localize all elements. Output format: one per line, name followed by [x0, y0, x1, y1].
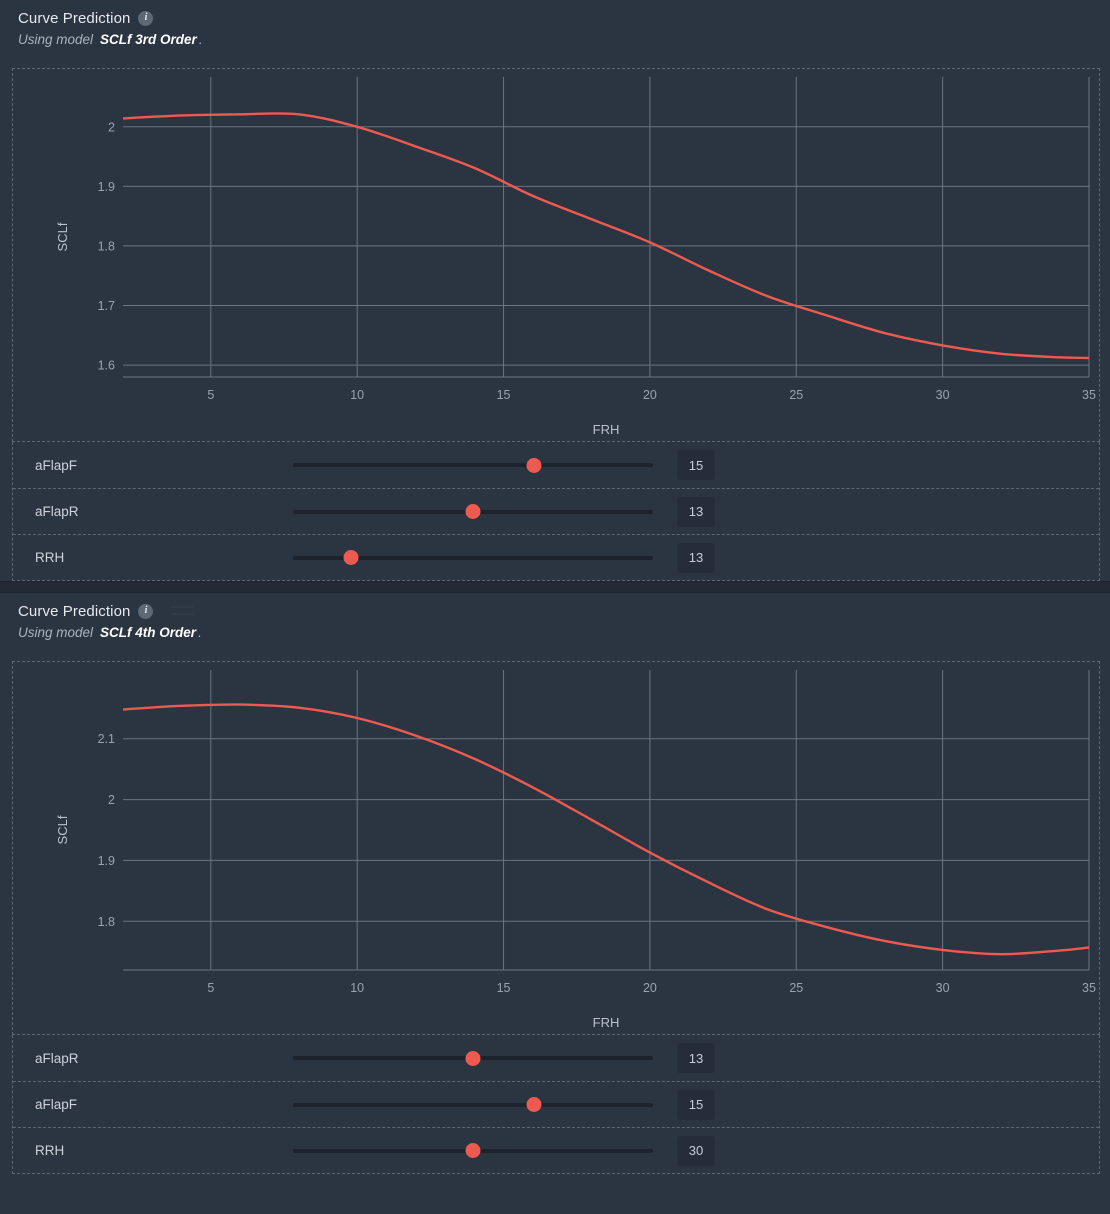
x-tick-label: 5: [207, 388, 214, 402]
slider-track[interactable]: [293, 463, 653, 467]
panel-1-chart-container: 1.8 1.9 2 2.1 5 10 15 20 25 30 35 SCLf FRH: [12, 661, 1100, 1035]
curve-line: [122, 112, 1090, 360]
using-model-label: Using model: [18, 32, 94, 47]
panel-0-subtitle: Using model SCLf 3rd Order .: [18, 32, 1092, 56]
x-tick-label: 10: [350, 388, 364, 402]
slider-aflapf[interactable]: [293, 455, 653, 475]
y-tick-label: 1.6: [98, 359, 115, 373]
slider-row: aFlapF 15: [13, 1081, 1099, 1127]
subtitle-period: .: [198, 625, 202, 640]
slider-row: RRH 13: [13, 534, 1099, 580]
slider-value[interactable]: 30: [677, 1135, 715, 1166]
panel-0-chart-container: 1.6 1.7 1.8 1.9 2 5 10 15 20 25 30 35 SCLf FRH: [12, 68, 1100, 442]
x-axis-label: FRH: [593, 422, 620, 437]
slider-thumb[interactable]: [465, 504, 481, 519]
curve-line: [122, 703, 1090, 956]
x-tick-label: 30: [936, 388, 950, 402]
y-tick-label: 1.8: [98, 915, 115, 929]
slider-rrh[interactable]: [293, 1141, 653, 1161]
page-title: Curve Prediction: [18, 602, 131, 620]
x-tick-label: 25: [789, 981, 803, 995]
slider-value[interactable]: 13: [677, 1043, 715, 1073]
x-tick-label: 30: [936, 981, 950, 995]
slider-aflapr[interactable]: [293, 1048, 653, 1068]
slider-label: aFlapR: [35, 1050, 79, 1066]
x-tick-label: 35: [1082, 981, 1096, 995]
panel-1-header: Curve Prediction i Using model SCLf 4th …: [0, 593, 1110, 649]
slider-value[interactable]: 15: [677, 450, 715, 480]
curve-chart-0: 1.61.71.81.925 10 15 20 25 30 35SCLfFRH: [55, 77, 1096, 437]
subtitle-period: .: [198, 32, 203, 47]
panel-0-sliders: aFlapF 15 aFlapR 13 RRH 13: [12, 442, 1100, 581]
panel-divider: [0, 581, 1110, 593]
slider-track[interactable]: [293, 1102, 653, 1107]
slider-value[interactable]: 13: [677, 496, 715, 527]
page-title: Curve Prediction: [18, 9, 131, 27]
slider-label: aFlapR: [35, 504, 79, 519]
slider-thumb[interactable]: [526, 457, 542, 473]
y-tick-label: 2: [108, 120, 115, 134]
x-tick-label: 10: [350, 981, 364, 995]
panel-0-header: Curve Prediction i Using model SCLf 3rd …: [0, 0, 1110, 56]
panel-0: Curve Prediction i Using model SCLf 3rd …: [0, 0, 1110, 581]
panel-1-subtitle: Using model SCLf 4th Order .: [18, 625, 1092, 649]
slider-thumb[interactable]: [465, 1143, 481, 1158]
slider-label: aFlapF: [35, 1097, 78, 1112]
info-icon[interactable]: i: [138, 603, 154, 619]
slider-row: aFlapR 13: [13, 1035, 1099, 1081]
y-tick-label: 1.8: [98, 239, 115, 253]
x-tick-label: 20: [643, 981, 657, 995]
y-tick-label: 2.1: [98, 732, 115, 746]
slider-value[interactable]: 13: [677, 542, 715, 573]
model-name: SCLf 3rd Order: [100, 32, 197, 47]
slider-aflapf[interactable]: [293, 1095, 653, 1115]
x-tick-label: 5: [207, 981, 214, 995]
panel-1: Curve Prediction i Using model SCLf 4th …: [0, 593, 1110, 1174]
x-tick-label: 15: [497, 388, 511, 402]
y-tick-label: 2: [108, 793, 115, 807]
panel-1-title-row: Curve Prediction i: [18, 599, 1092, 623]
slider-label: RRH: [35, 1143, 65, 1158]
info-icon[interactable]: i: [138, 10, 154, 26]
slider-label: RRH: [35, 550, 65, 565]
x-tick-label: 35: [1082, 388, 1096, 402]
curve-chart-1: 1.8 1.9 2 2.1 5 10 15 20 25 30 35 SCLf FRH: [55, 670, 1096, 1030]
slider-row: aFlapF 15: [13, 442, 1099, 488]
slider-aflapr[interactable]: [293, 502, 653, 522]
panel-1-sliders: aFlapR 13 aFlapF 15 RRH 30: [12, 1035, 1100, 1174]
y-tick-label: 1.7: [98, 299, 115, 313]
slider-value[interactable]: 15: [677, 1089, 715, 1120]
x-tick-label: 15: [497, 981, 511, 995]
slider-thumb[interactable]: [465, 1050, 481, 1066]
y-tick-label: 1.9: [98, 180, 115, 194]
x-tick-label: 20: [643, 388, 657, 402]
slider-label: aFlapF: [35, 457, 78, 473]
model-name: SCLf 4th Order: [100, 625, 197, 640]
y-axis-label: SCLf: [55, 815, 70, 844]
x-axis-label: FRH: [593, 1015, 620, 1030]
slider-thumb[interactable]: [343, 550, 359, 565]
y-axis-label: SCLf: [55, 222, 70, 251]
y-tick-label: 1.9: [98, 854, 115, 868]
curve-prediction-page: Curve Prediction i Using model SCLf 3rd …: [0, 0, 1110, 1214]
slider-thumb[interactable]: [526, 1097, 542, 1112]
ghost-artifact: [169, 601, 195, 621]
using-model-label: Using model: [18, 625, 94, 640]
slider-rrh[interactable]: [293, 548, 653, 568]
x-tick-label: 25: [789, 388, 803, 402]
panel-0-title-row: Curve Prediction i: [18, 6, 1092, 30]
slider-row: aFlapR 13: [13, 488, 1099, 534]
slider-row: RRH 30: [13, 1127, 1099, 1173]
